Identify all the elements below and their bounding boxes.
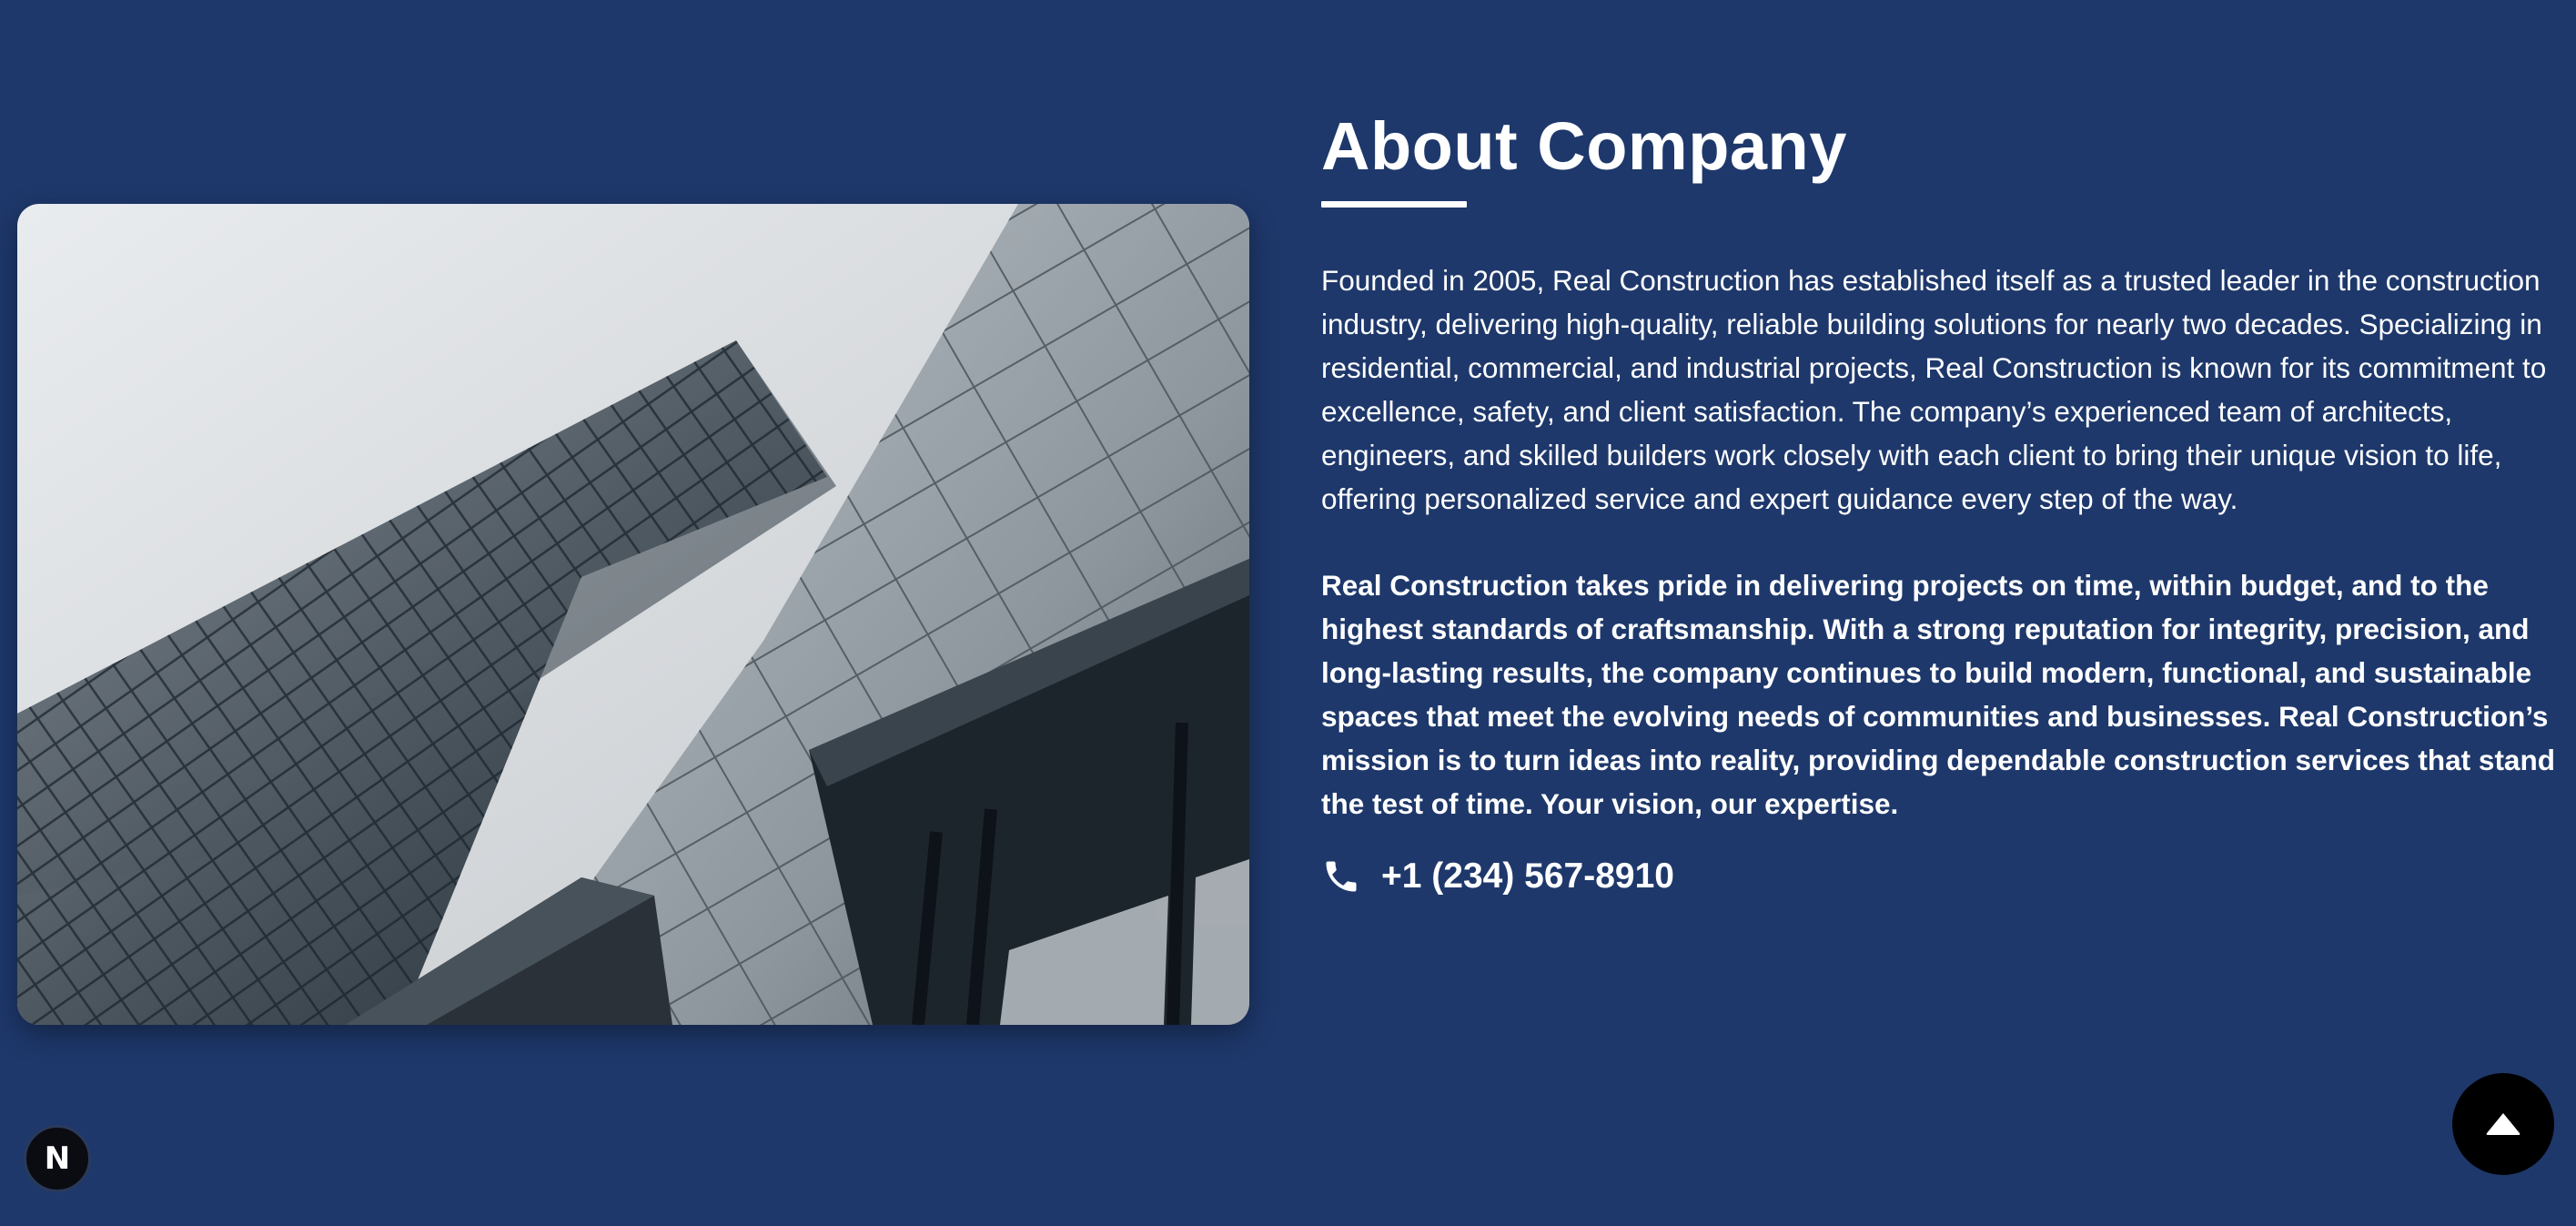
scroll-to-top-button[interactable] — [2452, 1073, 2554, 1175]
phone-number[interactable]: +1 (234) 567-8910 — [1381, 856, 1674, 897]
about-paragraph-mission: Real Construction takes pride in deliver… — [1321, 569, 2555, 821]
about-content: About Company Founded in 2005, Real Cons… — [1321, 109, 2559, 897]
building-photo — [17, 204, 1249, 1025]
about-section: About Company Founded in 2005, Real Cons… — [0, 0, 2576, 1226]
page-title: About Company — [1321, 108, 1847, 184]
about-paragraph-intro: Founded in 2005, Real Construction has e… — [1321, 264, 2547, 516]
dev-tools-badge[interactable]: N — [24, 1125, 91, 1192]
phone-contact[interactable]: +1 (234) 567-8910 — [1321, 856, 2559, 897]
caret-up-icon — [2486, 1113, 2520, 1135]
phone-icon — [1326, 861, 1357, 892]
title-underline — [1321, 201, 1467, 208]
